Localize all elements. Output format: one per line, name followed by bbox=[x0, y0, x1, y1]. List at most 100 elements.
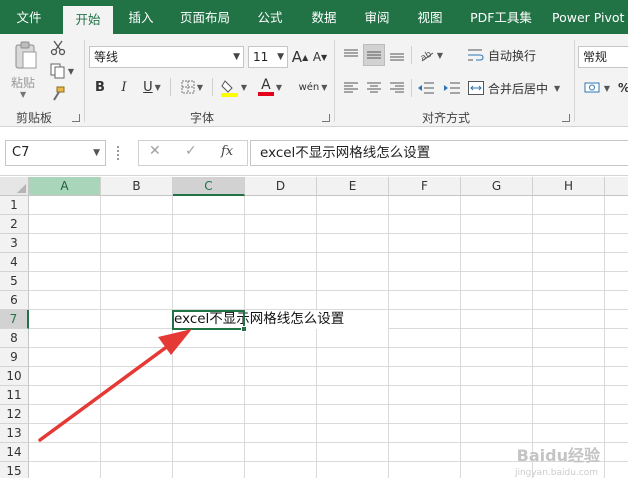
tab-power-pivot[interactable]: Power Pivot bbox=[552, 0, 628, 34]
font-size-select[interactable]: 11 ▼ bbox=[248, 46, 288, 68]
phonetic-button[interactable]: wén ▼ bbox=[297, 75, 329, 99]
underline-icon: U bbox=[143, 79, 153, 95]
scissors-icon bbox=[50, 40, 66, 56]
borders-button[interactable]: ▼ bbox=[176, 77, 208, 97]
font-name-value: 等线 bbox=[94, 50, 119, 64]
wrap-text-label: 自动换行 bbox=[488, 48, 537, 63]
decrease-indent-icon bbox=[418, 82, 434, 94]
align-left-button[interactable] bbox=[340, 77, 362, 99]
italic-button[interactable]: I bbox=[116, 77, 132, 97]
divider bbox=[411, 46, 412, 64]
formula-bar: C7 ▼ ✕ ✓ fx excel不显示网格线怎么设置 bbox=[0, 128, 628, 176]
alignment-group-label: 对齐方式 bbox=[422, 111, 471, 125]
copy-button[interactable]: ▼ bbox=[48, 61, 76, 81]
merge-center-button[interactable]: 合并后居中 ▼ bbox=[468, 77, 572, 99]
paintbrush-icon bbox=[53, 86, 65, 101]
chevron-down-icon: ▼ bbox=[93, 148, 100, 158]
underline-button[interactable]: U ▼ bbox=[138, 77, 166, 97]
svg-text:ab: ab bbox=[419, 49, 434, 63]
tab-pdf-tools[interactable]: PDF工具集 bbox=[462, 0, 540, 34]
shrink-font-button[interactable]: A ▼ bbox=[312, 46, 328, 68]
merge-center-icon bbox=[468, 81, 484, 95]
font-launcher-icon[interactable] bbox=[322, 114, 330, 122]
wrap-text-icon bbox=[468, 49, 484, 61]
ribbon-home: 粘贴 ▼ ▼ 剪贴板 等线 ▼ 11 ▼ A ▲ A ▼ B I U ▼ ▼ ▼… bbox=[0, 34, 628, 127]
clipboard-group-label: 剪贴板 bbox=[16, 111, 53, 125]
font-group-label: 字体 bbox=[190, 111, 215, 125]
align-center-icon bbox=[367, 82, 381, 93]
splitter-handle[interactable] bbox=[117, 146, 119, 160]
merge-center-label: 合并后居中 bbox=[488, 81, 549, 96]
annotation-arrow bbox=[38, 329, 192, 442]
fill-color-button[interactable]: ▼ bbox=[218, 75, 250, 99]
tab-page-layout[interactable]: 页面布局 bbox=[172, 0, 238, 34]
tab-review[interactable]: 审阅 bbox=[353, 0, 401, 34]
align-right-button[interactable] bbox=[386, 77, 408, 99]
cancel-icon[interactable]: ✕ bbox=[149, 143, 161, 159]
number-format-select[interactable]: 常规 bbox=[578, 46, 628, 68]
copy-dropdown-icon: ▼ bbox=[67, 66, 75, 76]
number-format-value: 常规 bbox=[583, 50, 608, 64]
bold-button[interactable]: B bbox=[92, 77, 108, 97]
font-color-icon: A bbox=[261, 77, 271, 93]
cut-button[interactable] bbox=[48, 38, 68, 58]
divider bbox=[170, 78, 171, 96]
insert-function-icon[interactable]: fx bbox=[221, 144, 233, 159]
font-name-select[interactable]: 等线 ▼ bbox=[89, 46, 244, 68]
grow-font-icon: A bbox=[291, 48, 303, 66]
chevron-down-icon: ▼ bbox=[233, 52, 240, 62]
paste-label: 粘贴 bbox=[11, 76, 36, 90]
align-top-icon bbox=[344, 49, 358, 57]
format-painter-button[interactable] bbox=[48, 84, 68, 104]
formula-buttons: ✕ ✓ fx bbox=[138, 140, 248, 166]
tab-view[interactable]: 视图 bbox=[406, 0, 454, 34]
clipboard-launcher-icon[interactable] bbox=[72, 114, 80, 122]
font-size-value: 11 bbox=[253, 50, 269, 64]
decrease-indent-button[interactable] bbox=[414, 77, 438, 99]
borders-icon bbox=[181, 80, 195, 94]
paste-button[interactable] bbox=[8, 38, 44, 72]
align-right-icon bbox=[390, 82, 404, 93]
phonetic-icon: wén bbox=[298, 81, 320, 93]
copy-icon bbox=[50, 63, 65, 79]
align-bottom-icon bbox=[390, 53, 404, 61]
group-divider bbox=[574, 40, 575, 122]
alignment-launcher-icon[interactable] bbox=[562, 114, 570, 122]
shrink-font-icon: A bbox=[312, 50, 322, 64]
divider bbox=[212, 78, 213, 96]
increase-indent-icon bbox=[444, 82, 460, 94]
formula-input[interactable]: excel不显示网格线怎么设置 bbox=[250, 140, 628, 166]
tab-home[interactable]: 开始 bbox=[63, 6, 113, 34]
group-divider bbox=[334, 40, 335, 122]
align-middle-icon bbox=[367, 51, 381, 59]
tab-data[interactable]: 数据 bbox=[300, 0, 348, 34]
name-box[interactable]: C7 ▼ bbox=[5, 140, 106, 166]
worksheet-grid[interactable]: A B C D E F G H 1 2 3 4 5 6 7 8 9 10 11 … bbox=[0, 177, 628, 478]
currency-icon bbox=[584, 82, 600, 93]
paint-bucket-icon bbox=[220, 80, 238, 97]
font-color-button[interactable]: A ▼ bbox=[254, 75, 286, 99]
divider bbox=[411, 79, 412, 97]
group-divider bbox=[84, 40, 85, 122]
accounting-format-button[interactable]: ▼ bbox=[580, 77, 614, 99]
orientation-button[interactable]: ab ▼ bbox=[414, 44, 448, 66]
align-top-button[interactable] bbox=[340, 44, 362, 66]
percent-style-button[interactable]: % bbox=[618, 77, 628, 99]
enter-icon[interactable]: ✓ bbox=[185, 143, 197, 159]
name-box-value: C7 bbox=[12, 145, 30, 160]
increase-indent-button[interactable] bbox=[440, 77, 464, 99]
tab-file[interactable]: 文件 bbox=[6, 0, 52, 34]
align-bottom-button[interactable] bbox=[386, 44, 408, 66]
wrap-text-button[interactable]: 自动换行 bbox=[468, 44, 540, 66]
align-left-icon bbox=[344, 82, 358, 93]
tab-formulas[interactable]: 公式 bbox=[246, 0, 294, 34]
ribbon-tab-bar: 文件 开始 插入 页面布局 公式 数据 审阅 视图 PDF工具集 Power P… bbox=[0, 0, 628, 34]
grow-font-button[interactable]: A ▲ bbox=[292, 46, 308, 68]
chevron-down-icon: ▼ bbox=[277, 52, 284, 62]
align-middle-button[interactable] bbox=[363, 44, 385, 66]
align-center-button[interactable] bbox=[363, 77, 385, 99]
paste-icon bbox=[15, 41, 37, 69]
text-orientation-icon: ab bbox=[419, 49, 434, 63]
paste-dropdown-icon[interactable]: ▼ bbox=[20, 90, 26, 99]
tab-insert[interactable]: 插入 bbox=[117, 0, 165, 34]
